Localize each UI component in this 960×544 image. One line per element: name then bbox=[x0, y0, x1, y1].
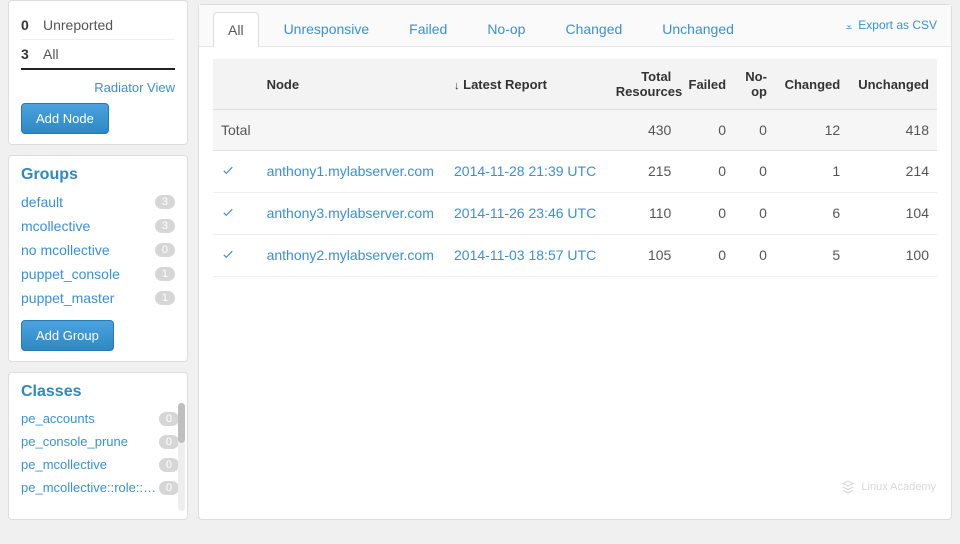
table-row: anthony2.mylabserver.com 2014-11-03 18:5… bbox=[213, 235, 937, 277]
group-count-badge: 3 bbox=[155, 195, 175, 209]
export-csv-link[interactable]: Export as CSV bbox=[844, 18, 937, 40]
main-content: AllUnresponsiveFailedNo-opChangedUnchang… bbox=[198, 4, 952, 520]
latest-report-link[interactable]: 2014-11-03 18:57 UTC bbox=[454, 247, 596, 263]
node-link[interactable]: anthony3.mylabserver.com bbox=[267, 205, 434, 221]
group-name: no mcollective bbox=[21, 242, 110, 258]
group-count-badge: 1 bbox=[155, 291, 175, 305]
group-item[interactable]: puppet_console 1 bbox=[19, 262, 177, 286]
class-count-badge: 0 bbox=[159, 481, 179, 495]
classes-panel: Classes pe_accounts 0pe_console_prune 0p… bbox=[8, 372, 188, 520]
groups-title: Groups bbox=[21, 166, 175, 184]
tab-noop[interactable]: No-op bbox=[472, 11, 540, 46]
class-count-badge: 0 bbox=[159, 458, 179, 472]
col-noop[interactable]: No-op bbox=[734, 59, 775, 110]
report-tabs: All Unresponsive Failed No-op Changed Unchang… bbox=[213, 11, 749, 46]
status-label: Unreported bbox=[43, 17, 113, 33]
status-panel: 0 Unreported3 All Radiator View Add Node bbox=[8, 0, 188, 145]
status-count: 0 bbox=[21, 17, 33, 33]
node-link[interactable]: anthony1.mylabserver.com bbox=[267, 163, 434, 179]
tab-all[interactable]: All bbox=[213, 12, 259, 47]
class-count-badge: 0 bbox=[159, 435, 179, 449]
tab-unchanged[interactable]: Unchanged bbox=[647, 11, 749, 46]
class-name: pe_mcollective bbox=[21, 457, 107, 472]
tab-unresponsive[interactable]: Unresponsive bbox=[269, 11, 385, 46]
group-item[interactable]: mcollective 3 bbox=[19, 214, 177, 238]
col-node[interactable]: Node bbox=[259, 59, 446, 110]
class-name: pe_accounts bbox=[21, 411, 95, 426]
latest-report-link[interactable]: 2014-11-26 23:46 UTC bbox=[454, 205, 596, 221]
group-item[interactable]: puppet_master 1 bbox=[19, 286, 177, 310]
class-name: pe_mcollective::role::… bbox=[21, 480, 156, 495]
nodes-table: Node ↓ Latest Report Total Resources Fai… bbox=[213, 59, 937, 277]
group-item[interactable]: default 3 bbox=[19, 190, 177, 214]
col-latest[interactable]: ↓ Latest Report bbox=[446, 59, 608, 110]
class-item[interactable]: pe_mcollective 0 bbox=[19, 453, 181, 476]
class-name: pe_console_prune bbox=[21, 434, 128, 449]
group-count-badge: 3 bbox=[155, 219, 175, 233]
class-count-badge: 0 bbox=[159, 412, 179, 426]
check-icon bbox=[221, 247, 235, 261]
group-count-badge: 1 bbox=[155, 267, 175, 281]
download-icon bbox=[844, 20, 854, 30]
latest-report-link[interactable]: 2014-11-28 21:39 UTC bbox=[454, 163, 596, 179]
col-failed[interactable]: Failed bbox=[679, 59, 734, 110]
group-name: puppet_console bbox=[21, 266, 120, 282]
scrollbar[interactable] bbox=[178, 403, 185, 511]
class-item[interactable]: pe_accounts 0 bbox=[19, 407, 181, 430]
col-total-resources[interactable]: Total Resources bbox=[608, 59, 680, 110]
status-row[interactable]: 3 All bbox=[21, 40, 175, 70]
watermark: Linux Academy bbox=[841, 480, 936, 494]
tab-failed[interactable]: Failed bbox=[394, 11, 462, 46]
col-changed[interactable]: Changed bbox=[775, 59, 848, 110]
radiator-view-link[interactable]: Radiator View bbox=[21, 70, 175, 103]
table-row: anthony3.mylabserver.com 2014-11-26 23:4… bbox=[213, 193, 937, 235]
status-row[interactable]: 0 Unreported bbox=[21, 11, 175, 40]
group-name: default bbox=[21, 194, 63, 210]
group-count-badge: 0 bbox=[155, 243, 175, 257]
col-unchanged[interactable]: Unchanged bbox=[848, 59, 937, 110]
add-group-button[interactable]: Add Group bbox=[21, 320, 114, 351]
table-row: anthony1.mylabserver.com 2014-11-28 21:3… bbox=[213, 151, 937, 193]
check-icon bbox=[221, 205, 235, 219]
classes-title: Classes bbox=[21, 383, 179, 401]
status-label: All bbox=[43, 46, 59, 62]
add-node-button[interactable]: Add Node bbox=[21, 103, 109, 134]
group-item[interactable]: no mcollective 0 bbox=[19, 238, 177, 262]
class-item[interactable]: pe_mcollective::role::… 0 bbox=[19, 476, 181, 499]
scrollbar-thumb[interactable] bbox=[178, 403, 185, 443]
sort-desc-icon: ↓ bbox=[454, 80, 460, 92]
groups-panel: Groups default 3mcollective 3no mcollect… bbox=[8, 155, 188, 362]
export-label: Export as CSV bbox=[858, 18, 937, 32]
total-row: Total 430 0 0 12 418 bbox=[213, 110, 937, 151]
group-name: puppet_master bbox=[21, 290, 114, 306]
group-name: mcollective bbox=[21, 218, 90, 234]
status-count: 3 bbox=[21, 46, 33, 62]
class-item[interactable]: pe_console_prune 0 bbox=[19, 430, 181, 453]
node-link[interactable]: anthony2.mylabserver.com bbox=[267, 247, 434, 263]
tab-changed[interactable]: Changed bbox=[550, 11, 637, 46]
check-icon bbox=[221, 163, 235, 177]
